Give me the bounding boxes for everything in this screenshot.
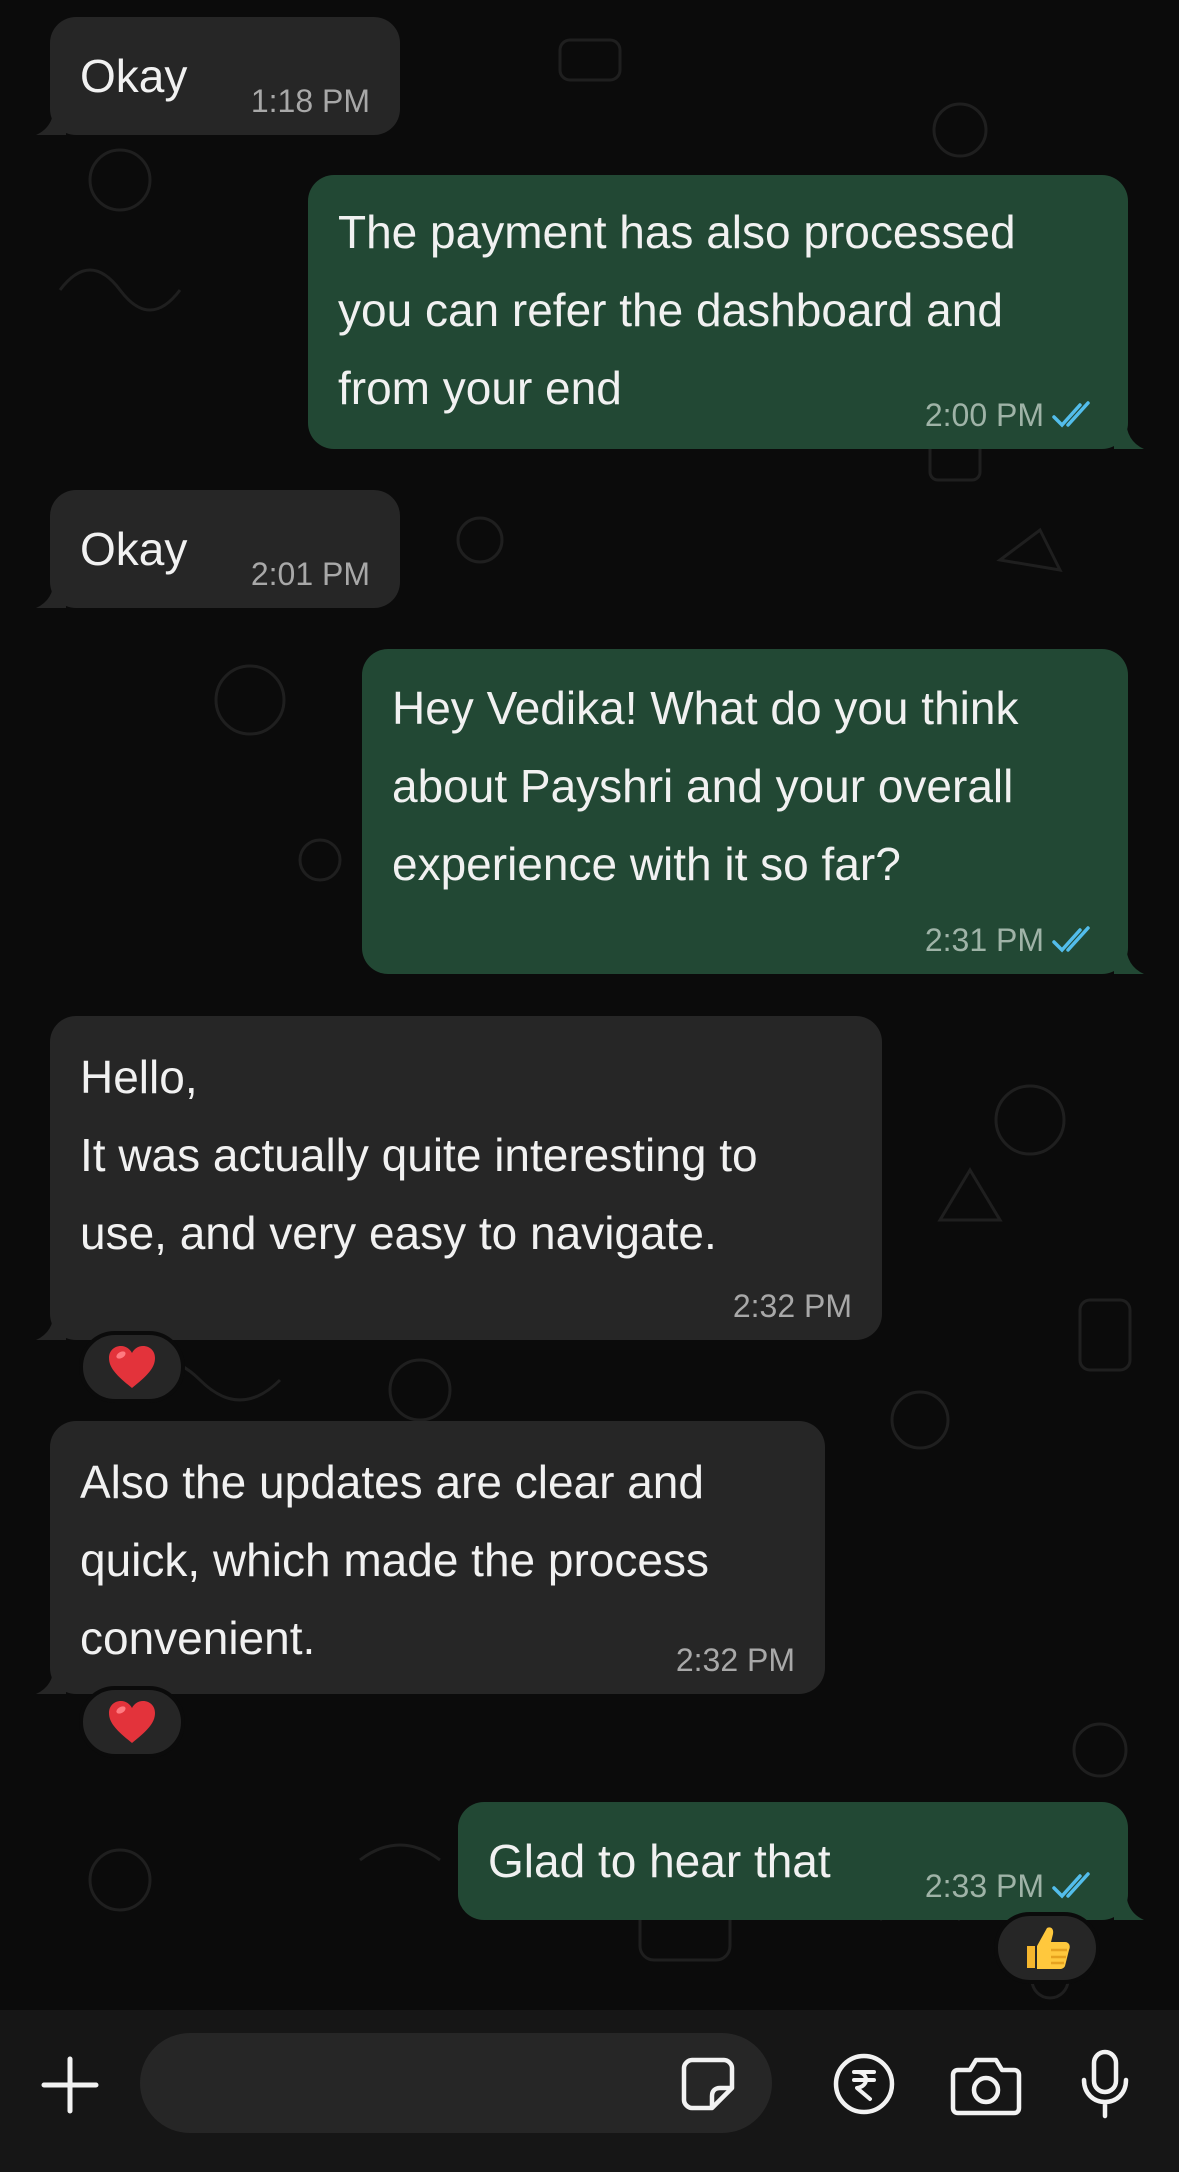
camera-icon[interactable] <box>950 2054 1022 2116</box>
bubble-tail <box>36 1310 66 1340</box>
message-time: 2:32 PM <box>732 1288 852 1324</box>
outgoing-message[interactable]: Glad to hear that 2:33 PM <box>458 1802 1144 1920</box>
message-meta: 2:31 PM <box>925 920 1098 960</box>
read-receipt-icon <box>1052 401 1090 428</box>
message-text: Okay <box>80 50 188 102</box>
rupee-payment-icon[interactable] <box>832 2052 896 2116</box>
message-reaction[interactable] <box>79 1686 185 1758</box>
message-meta: 2:00 PM <box>925 395 1098 435</box>
message-time: 2:32 PM <box>675 1642 795 1678</box>
incoming-message[interactable]: Okay 2:01 PM <box>36 490 400 608</box>
message-time: 2:00 PM <box>924 397 1044 433</box>
heart-icon <box>109 1701 155 1743</box>
bubble-tail <box>1114 944 1144 974</box>
heart-icon <box>109 1346 155 1388</box>
message-text: Hey Vedika! What do you think about Pays… <box>392 682 1032 890</box>
message-meta: 2:32 PM <box>733 1286 852 1326</box>
message-time: 1:18 PM <box>250 83 370 119</box>
bubble-tail <box>36 1664 66 1694</box>
message-reaction[interactable] <box>79 1331 185 1403</box>
sticker-icon[interactable] <box>680 2056 736 2112</box>
bubble-tail <box>36 578 66 608</box>
message-time: 2:01 PM <box>250 556 370 592</box>
message-text: Hello, It was actually quite interesting… <box>80 1051 758 1259</box>
chat-area[interactable]: Okay 1:18 PM The payment has also proces… <box>0 0 1179 2010</box>
message-text: The payment has also processed you can r… <box>338 206 1029 414</box>
read-receipt-icon <box>1052 1872 1090 1899</box>
message-text: Also the updates are clear and quick, wh… <box>80 1456 722 1664</box>
incoming-message[interactable]: Also the updates are clear and quick, wh… <box>36 1421 825 1694</box>
message-meta: 2:32 PM <box>676 1640 795 1680</box>
message-text: Glad to hear that <box>488 1835 831 1887</box>
outgoing-message[interactable]: The payment has also processed you can r… <box>308 175 1144 449</box>
message-meta: 1:18 PM <box>251 81 370 121</box>
message-meta: 2:33 PM <box>925 1866 1098 1906</box>
plus-icon[interactable] <box>38 2053 102 2117</box>
bubble-tail <box>1114 419 1144 449</box>
message-time: 2:33 PM <box>924 1868 1044 1904</box>
thumbs-up-icon <box>1027 1927 1070 1969</box>
bubble-tail <box>1114 1890 1144 1920</box>
read-receipt-icon <box>1052 926 1090 953</box>
microphone-icon[interactable] <box>1078 2048 1132 2120</box>
message-input[interactable] <box>140 2033 772 2133</box>
message-reaction[interactable] <box>994 1912 1100 1984</box>
bubble-tail <box>36 105 66 135</box>
message-meta: 2:01 PM <box>251 554 370 594</box>
incoming-message[interactable]: Hello, It was actually quite interesting… <box>36 1016 882 1340</box>
outgoing-message[interactable]: Hey Vedika! What do you think about Pays… <box>362 649 1144 974</box>
incoming-message[interactable]: Okay 1:18 PM <box>36 17 400 135</box>
message-time: 2:31 PM <box>924 922 1044 958</box>
message-text: Okay <box>80 523 188 575</box>
